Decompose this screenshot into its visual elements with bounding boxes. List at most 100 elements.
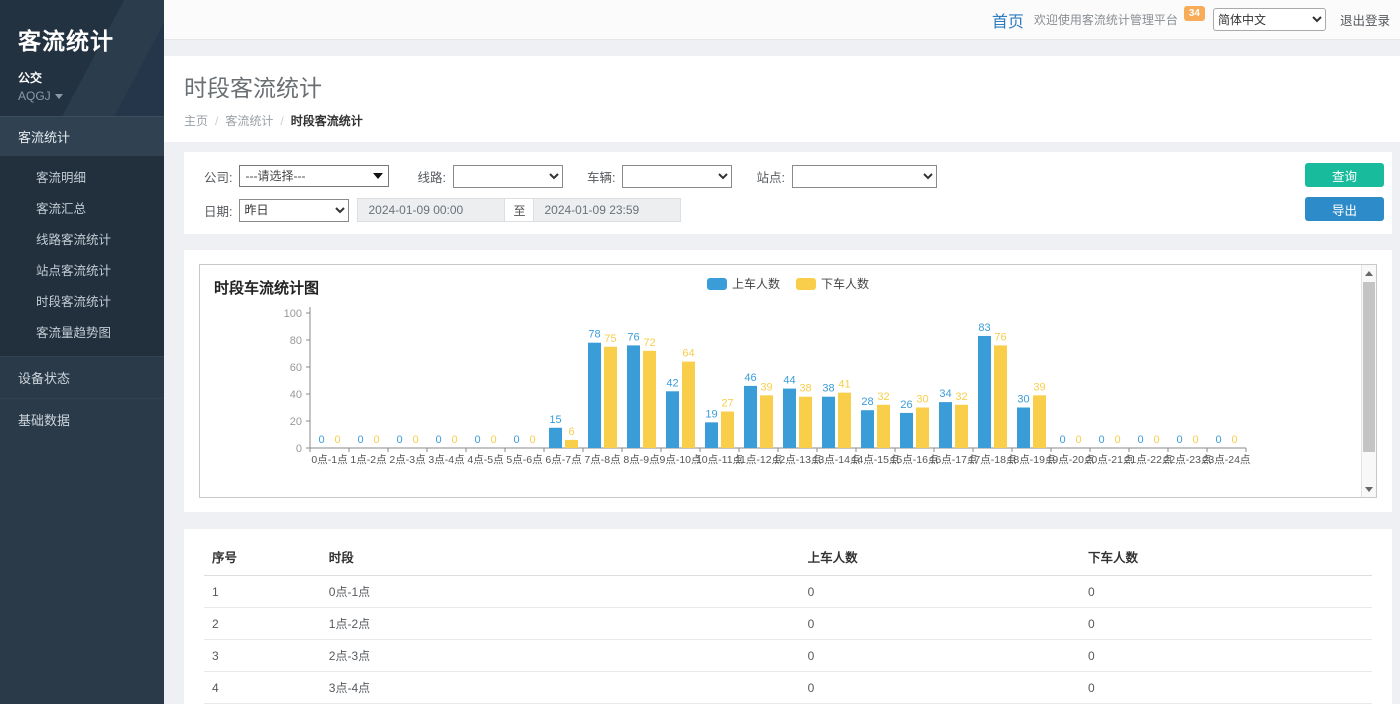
svg-text:0: 0 <box>1176 434 1182 446</box>
svg-text:2点-3点: 2点-3点 <box>389 454 425 466</box>
col-header-boarding: 上车人数 <box>800 537 1080 576</box>
cell-boarding: 0 <box>800 576 1080 608</box>
company-select[interactable]: ---请选择--- <box>239 165 389 187</box>
vehicle-label: 车辆: <box>587 167 615 186</box>
cell-boarding: 0 <box>800 672 1080 704</box>
sidebar-item-period-stats[interactable]: 时段客流统计 <box>0 285 164 316</box>
svg-text:0: 0 <box>357 434 363 446</box>
svg-text:0: 0 <box>1192 434 1198 446</box>
filter-row-2: 日期: 昨日 至 <box>198 198 1378 222</box>
legend-item-alighting[interactable]: 下车人数 <box>796 275 869 292</box>
language-select[interactable]: 简体中文 <box>1213 8 1326 31</box>
cell-alighting: 0 <box>1080 640 1372 672</box>
sidebar-item-passenger-summary[interactable]: 客流汇总 <box>0 192 164 223</box>
svg-text:32: 32 <box>877 391 889 403</box>
vehicle-select[interactable] <box>622 165 732 188</box>
table-row: 21点-2点00 <box>204 608 1372 640</box>
home-link[interactable]: 首页 <box>992 8 1024 32</box>
svg-text:38: 38 <box>799 383 811 395</box>
svg-text:72: 72 <box>643 337 655 349</box>
cell-period: 3点-4点 <box>321 672 800 704</box>
breadcrumb-separator: / <box>280 114 283 128</box>
welcome-text: 欢迎使用客流统计管理平台 <box>1034 11 1178 28</box>
svg-text:0: 0 <box>529 434 535 446</box>
sidebar-item-line-stats[interactable]: 线路客流统计 <box>0 223 164 254</box>
sidebar-item-passenger-detail[interactable]: 客流明细 <box>0 161 164 192</box>
svg-text:0: 0 <box>451 434 457 446</box>
svg-text:0: 0 <box>412 434 418 446</box>
scrollbar-down-button[interactable] <box>1362 482 1376 496</box>
date-preset-select[interactable]: 昨日 <box>239 199 349 222</box>
chart-container: 时段车流统计图 上车人数 下车人数 0204060801000点-1点001点-… <box>199 264 1377 498</box>
cell-period: 1点-2点 <box>321 608 800 640</box>
logout-link[interactable]: 退出登录 <box>1340 10 1390 29</box>
svg-text:19: 19 <box>705 408 717 420</box>
sidebar-item-base-data[interactable]: 基础数据 <box>0 398 164 440</box>
date-label: 日期: <box>204 201 232 220</box>
filter-actions: 查询 导出 <box>1305 163 1384 221</box>
svg-text:0: 0 <box>296 443 302 455</box>
svg-text:0: 0 <box>1098 434 1104 446</box>
legend-label-boarding: 上车人数 <box>732 275 780 292</box>
svg-text:3点-4点: 3点-4点 <box>428 454 464 466</box>
chart-title: 时段车流统计图 <box>214 277 319 298</box>
page-header: 时段客流统计 主页 / 客流统计 / 时段客流统计 <box>164 56 1400 142</box>
topbar: 首页 欢迎使用客流统计管理平台 34 简体中文 退出登录 <box>164 0 1400 40</box>
svg-text:60: 60 <box>290 362 302 374</box>
sidebar-item-station-stats[interactable]: 站点客流统计 <box>0 254 164 285</box>
date-from-input[interactable] <box>357 198 505 222</box>
search-button[interactable]: 查询 <box>1305 163 1384 187</box>
svg-text:0: 0 <box>373 434 379 446</box>
station-select[interactable] <box>792 165 937 188</box>
breadcrumb-current: 时段客流统计 <box>291 114 363 128</box>
app-window: 客流统计 公交 AQGJ 客流统计 客流明细 客流汇总 线路客流统计 站点客流统… <box>0 0 1400 704</box>
svg-text:76: 76 <box>627 331 639 343</box>
cell-index: 2 <box>204 608 321 640</box>
svg-text:26: 26 <box>900 399 912 411</box>
company-switcher[interactable]: AQGJ <box>18 89 164 103</box>
svg-text:80: 80 <box>290 335 302 347</box>
svg-text:0: 0 <box>513 434 519 446</box>
scrollbar-up-button[interactable] <box>1362 266 1376 280</box>
export-button[interactable]: 导出 <box>1305 197 1384 221</box>
legend-item-boarding[interactable]: 上车人数 <box>707 275 780 292</box>
breadcrumb-passenger-stats[interactable]: 客流统计 <box>225 114 273 128</box>
filter-row-1: 公司: ---请选择--- 线路: 车辆: 站点: <box>198 164 1378 188</box>
svg-text:0: 0 <box>474 434 480 446</box>
breadcrumb: 主页 / 客流统计 / 时段客流统计 <box>184 112 1380 129</box>
svg-text:83: 83 <box>978 322 990 334</box>
notification-badge: 34 <box>1184 6 1205 21</box>
data-table-panel: 序号 时段 上车人数 下车人数 10点-1点00 21点-2点00 32点-3点… <box>184 529 1392 704</box>
line-label: 线路: <box>417 167 445 186</box>
svg-text:0: 0 <box>1153 434 1159 446</box>
scrollbar-thumb[interactable] <box>1363 282 1375 452</box>
company-code: AQGJ <box>18 89 51 103</box>
sidebar: 客流统计 公交 AQGJ 客流统计 客流明细 客流汇总 线路客流统计 站点客流统… <box>0 0 164 704</box>
svg-text:0: 0 <box>1137 434 1143 446</box>
svg-text:34: 34 <box>939 388 951 400</box>
triangle-up-icon <box>1365 271 1373 276</box>
breadcrumb-home[interactable]: 主页 <box>184 114 208 128</box>
sidebar-item-flow-trend[interactable]: 客流量趋势图 <box>0 316 164 347</box>
svg-text:28: 28 <box>861 396 873 408</box>
table-header-row: 序号 时段 上车人数 下车人数 <box>204 537 1372 576</box>
sidebar-item-device-status[interactable]: 设备状态 <box>0 356 164 398</box>
svg-text:0: 0 <box>1114 434 1120 446</box>
page-content: 公司: ---请选择--- 线路: 车辆: 站点: 日期: <box>164 142 1400 704</box>
line-select[interactable] <box>453 165 563 188</box>
svg-text:0: 0 <box>490 434 496 446</box>
svg-text:4点-5点: 4点-5点 <box>467 454 503 466</box>
period-stats-table: 序号 时段 上车人数 下车人数 10点-1点00 21点-2点00 32点-3点… <box>204 537 1372 704</box>
main-area: 首页 欢迎使用客流统计管理平台 34 简体中文 退出登录 时段客流统计 主页 / 客… <box>164 0 1400 704</box>
svg-text:40: 40 <box>290 389 302 401</box>
bar-chart: 0204060801000点-1点001点-2点002点-3点003点-4点00… <box>200 303 1360 493</box>
sidebar-brand: 客流统计 公交 AQGJ <box>0 0 164 116</box>
cell-index: 3 <box>204 640 321 672</box>
cell-alighting: 0 <box>1080 576 1372 608</box>
breadcrumb-separator: / <box>215 114 218 128</box>
date-to-input[interactable] <box>533 198 681 222</box>
chart-vertical-scrollbar[interactable] <box>1361 265 1376 497</box>
svg-text:39: 39 <box>1033 381 1045 393</box>
sidebar-item-passenger-stats-group[interactable]: 客流统计 <box>0 116 164 156</box>
legend-swatch-alighting <box>796 278 816 290</box>
